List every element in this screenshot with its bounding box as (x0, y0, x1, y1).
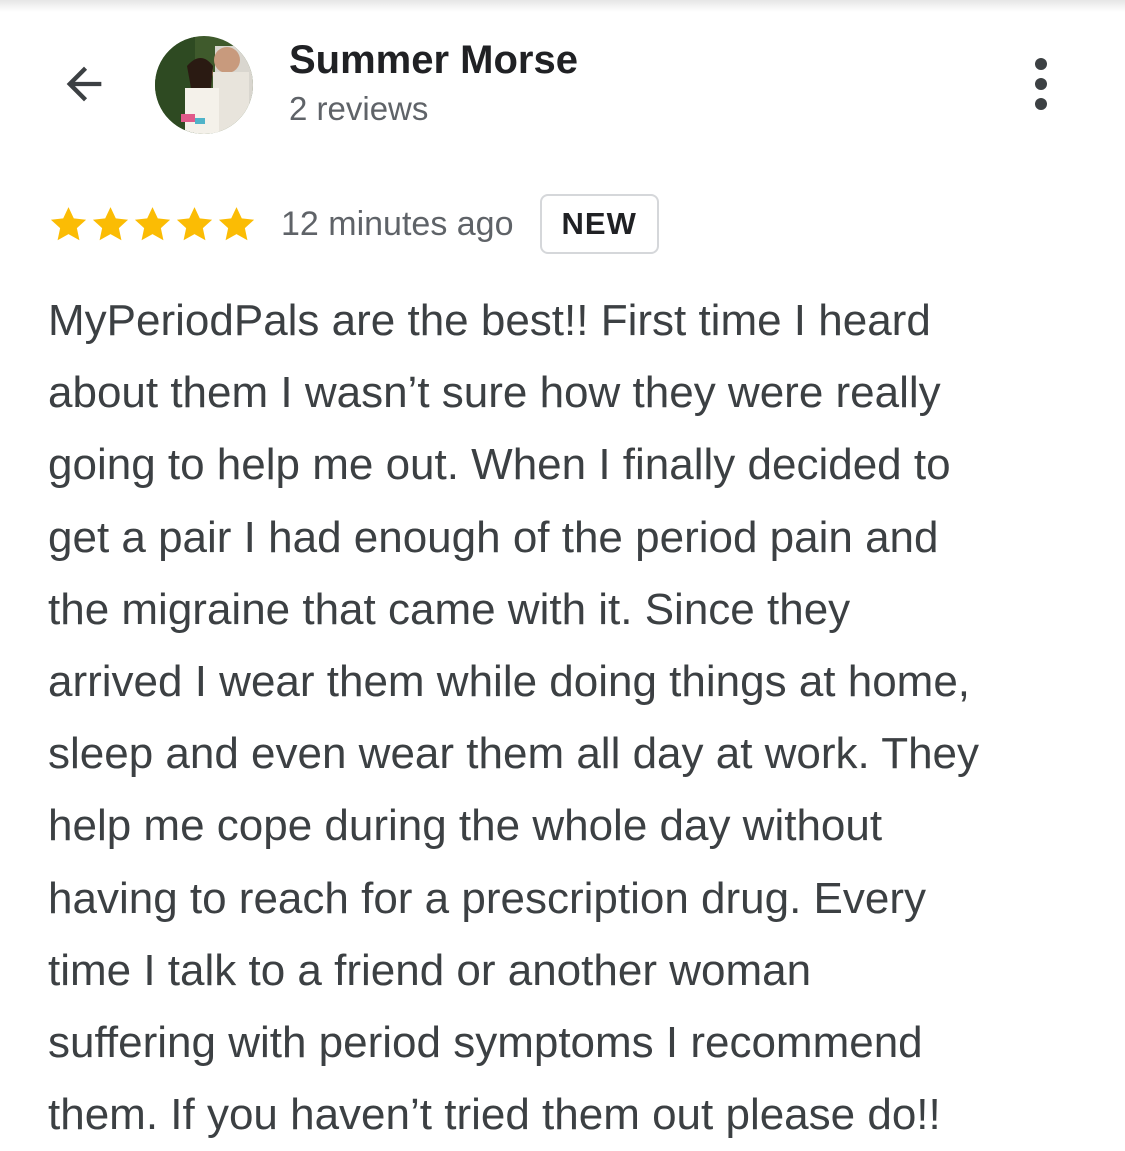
review-text-line: them. If you haven’t tried them out plea… (48, 1090, 941, 1140)
review-text-line: the migraine that came with it. Since th… (48, 584, 851, 634)
review-text-line: help me cope during the whole day withou… (48, 801, 883, 851)
star-icon (176, 206, 213, 240)
avatar-photo (155, 36, 253, 134)
star-icon (218, 206, 255, 240)
reviewer-name[interactable]: Summer Morse (289, 38, 578, 83)
star-icon (134, 206, 171, 240)
star-icon (50, 206, 87, 240)
back-button[interactable] (52, 52, 116, 116)
rating-row: 12 minutes ago NEW (48, 190, 659, 258)
review-text-line: about them I wasn’t sure how they were r… (48, 368, 941, 418)
avatar[interactable] (155, 36, 253, 134)
review-text-line: having to reach for a prescription drug.… (48, 873, 927, 923)
arrow-left-icon (66, 66, 102, 102)
top-shadow (0, 0, 1125, 12)
more-options-button[interactable] (1016, 56, 1066, 112)
review-text-line: going to help me out. When I finally dec… (48, 440, 951, 490)
review-timestamp: 12 minutes ago (281, 204, 514, 243)
review-text-line: MyPeriodPals are the best!! First time I… (48, 296, 931, 345)
review-count: 2 reviews (289, 90, 429, 127)
review-text: MyPeriodPals are the best!! First time I… (48, 285, 1088, 1151)
review-text-line: suffering with period symptoms I recomme… (48, 1018, 923, 1068)
new-badge: NEW (539, 194, 659, 254)
more-vert-icon (1035, 58, 1047, 110)
review-text-line: arrived I wear them while doing things a… (48, 657, 971, 707)
review-text-line: get a pair I had enough of the period pa… (48, 512, 939, 562)
star-rating (48, 204, 257, 245)
star-icon (92, 206, 129, 240)
review-text-line: time I talk to a friend or another woman (48, 945, 812, 995)
review-text-line: sleep and even wear them all day at work… (48, 729, 980, 779)
